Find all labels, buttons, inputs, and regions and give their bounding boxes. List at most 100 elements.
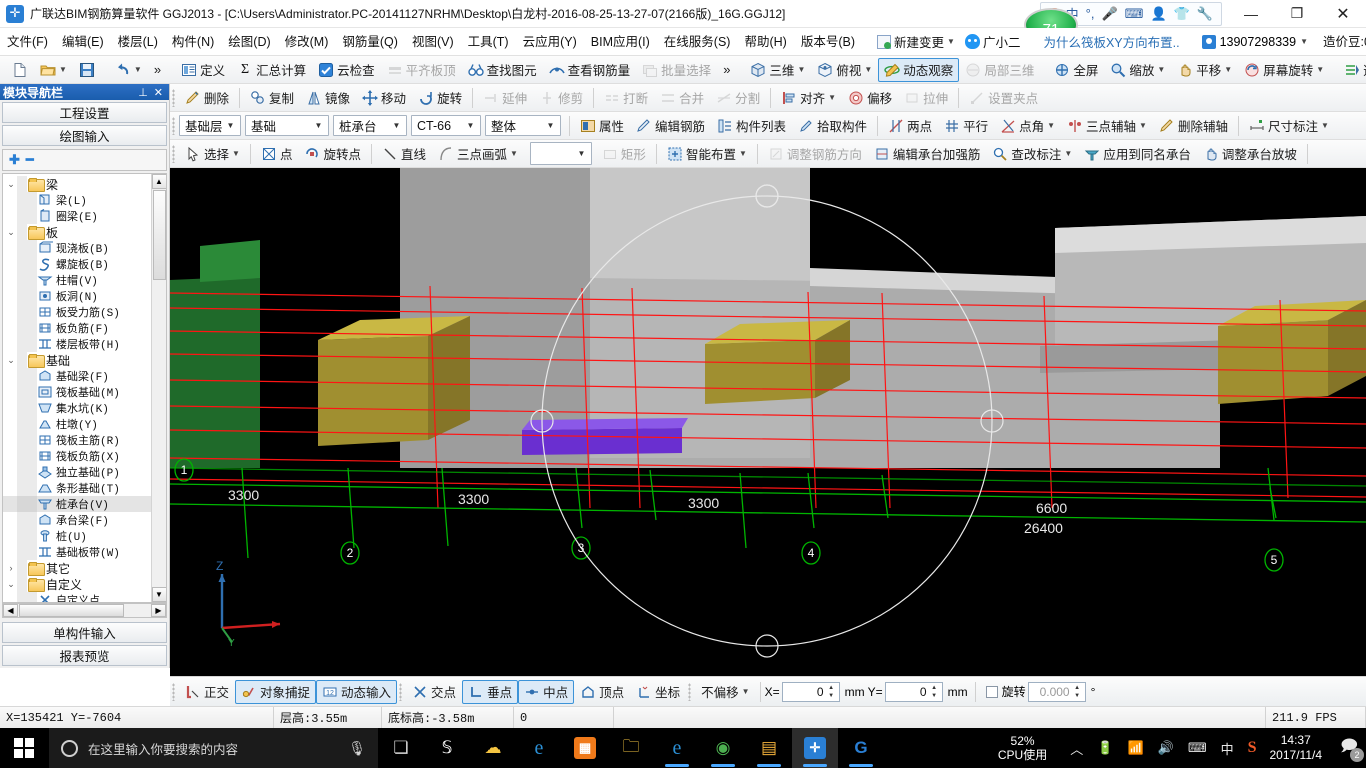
tree-folder-slab[interactable]: ⌄ 板 [3, 224, 151, 240]
three-point-arc-button[interactable]: 三点画弧 ▼ [432, 142, 524, 166]
assistant-button[interactable]: 广小二 [960, 32, 1026, 51]
tree-item-cap-beam[interactable]: 承台梁(F) [3, 512, 151, 528]
menu-cloud-app[interactable]: 云应用(Y) [516, 29, 584, 55]
edge-button[interactable]: e [516, 728, 562, 768]
orthogonal-toggle[interactable]: 正交 [179, 680, 235, 704]
store-button[interactable]: 𝕊 [424, 728, 470, 768]
point-angle-button[interactable]: 点角 ▼ [994, 114, 1061, 138]
close-icon[interactable]: ✕ [151, 86, 166, 99]
tree-folder-beam[interactable]: ⌄ 梁 [3, 176, 151, 192]
tree-item-custom-point[interactable]: 自定义点 [3, 592, 151, 602]
rotate-input[interactable]: 0.000 ▲ ▼ [1027, 681, 1086, 702]
chevron-down-icon[interactable]: ⌄ [5, 179, 17, 190]
rotate-spinner[interactable]: ▲ ▼ [1072, 684, 1083, 700]
vertex-snap[interactable]: 顶点 [574, 680, 630, 704]
top-view-chevron-down-icon[interactable]: ▼ [864, 65, 872, 74]
line-tool-button[interactable]: 直线 [376, 142, 432, 166]
check-annotation-chevron-down-icon[interactable]: ▼ [1064, 149, 1072, 158]
close-button[interactable]: ✕ [1320, 0, 1366, 28]
tree-horizontal-scrollbar[interactable]: ◀ ▶ [2, 603, 167, 618]
chevron-right-icon[interactable]: › [5, 563, 17, 573]
three-d-button[interactable]: 三维 ▼ [744, 58, 811, 82]
single-component-input-button[interactable]: 单构件输入 [2, 622, 167, 643]
keyboard-icon[interactable]: ⌨ [1188, 740, 1207, 756]
midpoint-snap[interactable]: 中点 [518, 679, 575, 704]
menu-help[interactable]: 帮助(H) [737, 29, 793, 55]
summary-calc-button[interactable]: Σ 汇总计算 [231, 58, 312, 82]
report-preview-button[interactable]: 报表预览 [2, 645, 167, 666]
mic-icon[interactable]: 🎤 [1101, 6, 1117, 22]
menu-file[interactable]: 文件(F) [0, 29, 55, 55]
undo-button[interactable]: ▼ [109, 58, 148, 82]
tree-item-foundation-beam[interactable]: 基础梁(F) [3, 368, 151, 384]
glodon-nav-button[interactable]: ✛ [792, 728, 838, 768]
snapbar-grip[interactable] [172, 682, 175, 701]
tree-item-strip-foundation[interactable]: 条形基础(T) [3, 480, 151, 496]
menu-draw[interactable]: 绘图(D) [221, 29, 277, 55]
tree-item-raft-neg-rebar[interactable]: 筏板负筋(X) [3, 448, 151, 464]
dimension-chevron-down-icon[interactable]: ▼ [1321, 121, 1329, 130]
tree-item-spiral-slab[interactable]: 螺旋板(B) [3, 256, 151, 272]
tree-folder-other[interactable]: › 其它 [3, 560, 151, 576]
menu-modify[interactable]: 修改(M) [278, 29, 336, 55]
apply-same-cap-button[interactable]: 应用到同名承台 [1078, 142, 1197, 166]
tree-scroll-thumb[interactable] [152, 190, 166, 280]
delete-axis-button[interactable]: 删除辅轴 [1153, 114, 1234, 138]
select-tool-button[interactable]: 选择 ▼ [179, 142, 246, 166]
tree-item-slab-neg-rebar[interactable]: 板负筋(F) [3, 320, 151, 336]
windows-start-button[interactable] [0, 728, 48, 768]
tree-item-pile-cap[interactable]: 桩承台(V) [3, 496, 151, 512]
intersection-snap[interactable]: 交点 [406, 680, 462, 704]
tree-folder-custom[interactable]: ⌄ 自定义 [3, 576, 151, 592]
three-point-axis-button[interactable]: 三点辅轴 ▼ [1061, 114, 1153, 138]
chevron-up-icon[interactable]: ︿ [1070, 739, 1083, 758]
file-explorer-button[interactable]: 🗀 [608, 728, 654, 768]
open-chevron-down-icon[interactable]: ▼ [59, 65, 67, 74]
display-mode-select-chevron-down-icon[interactable]: ▼ [543, 121, 558, 130]
user-badge-icon[interactable]: 👤 [1150, 6, 1166, 22]
three-point-arc-chevron-down-icon[interactable]: ▼ [510, 149, 518, 158]
ime-punct-icon[interactable]: °, [1086, 6, 1095, 21]
ime-cn-icon[interactable]: 中 [1221, 739, 1234, 758]
screen-rotate-chevron-down-icon[interactable]: ▼ [1316, 65, 1324, 74]
tree-item-column-cap[interactable]: 柱帽(V) [3, 272, 151, 288]
wrench-icon[interactable]: 🔧 [1197, 6, 1213, 22]
snapbar-grip-2[interactable] [399, 682, 403, 701]
line-style-select[interactable]: ▼ [529, 142, 592, 165]
task-view-button[interactable]: ❏ [378, 728, 424, 768]
delete-button[interactable]: 删除 [179, 86, 235, 110]
line-style-chevron-down-icon[interactable]: ▼ [574, 149, 589, 158]
cloud-check-button[interactable]: 云检查 [312, 58, 381, 82]
y-spinner[interactable]: ▲ ▼ [929, 684, 940, 700]
offset-mode-chevron-down-icon[interactable]: ▼ [742, 687, 750, 696]
component-tree[interactable]: ⌄ 梁 梁(L) 圈梁(E) ⌄ 板 现浇板(B) 螺旋板(B) 柱帽(V) 板… [3, 174, 151, 602]
scroll-up-icon[interactable]: ▲ [151, 174, 166, 189]
tree-item-raft-main-rebar[interactable]: 筏板主筋(R) [3, 432, 151, 448]
pin-icon[interactable]: ⊥ [135, 86, 151, 99]
drawing-input-button[interactable]: 绘图输入 [2, 125, 167, 146]
parallel-button[interactable]: 平行 [938, 114, 994, 138]
x-offset-input[interactable]: 0 ▲ ▼ [781, 681, 840, 702]
component-select[interactable]: CT-66 ▼ [411, 115, 481, 136]
tree-item-isolated-foundation[interactable]: 独立基础(P) [3, 464, 151, 480]
model-canvas-3d[interactable]: 1 2 3 4 5 3300 3300 3300 6600 26400 Z Y [170, 168, 1366, 676]
account-chevron-down-icon[interactable]: ▼ [1300, 37, 1308, 46]
check-annotation-button[interactable]: 查改标注 ▼ [986, 142, 1078, 166]
offset-button[interactable]: 偏移 [842, 86, 898, 110]
move-button[interactable]: 移动 [356, 86, 412, 110]
keyboard-icon[interactable]: ⌨ [1125, 6, 1144, 22]
weather-button[interactable]: ☁ [470, 728, 516, 768]
menu-version[interactable]: 版本号(B) [794, 29, 862, 55]
toolbar-edit-grip[interactable] [172, 88, 175, 107]
tree-item-slab-main-rebar[interactable]: 板受力筋(S) [3, 304, 151, 320]
tree-item-column-pier[interactable]: 柱墩(Y) [3, 416, 151, 432]
model-viewport[interactable]: 1 2 3 4 5 3300 3300 3300 6600 26400 Z Y [170, 168, 1366, 676]
expand-all-icon[interactable]: ✚ [9, 152, 20, 168]
menu-component[interactable]: 构件(N) [165, 29, 221, 55]
undo-chevron-down-icon[interactable]: ▼ [134, 65, 142, 74]
taskbar-search[interactable]: 在这里输入你要搜索的内容 🎙 [48, 728, 378, 768]
account-block[interactable]: 13907298339 ▼ [1201, 34, 1308, 49]
new-file-button[interactable] [6, 58, 34, 82]
edit-cap-rebar-button[interactable]: 编辑承台加强筋 [868, 142, 987, 166]
dynamic-input-toggle[interactable]: 12 动态输入 [316, 679, 398, 704]
